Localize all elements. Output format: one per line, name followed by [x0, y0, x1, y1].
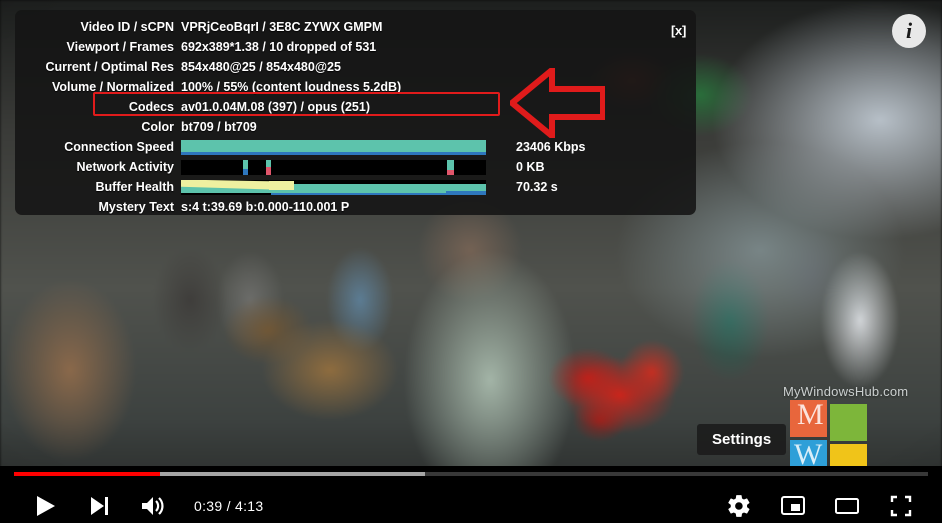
info-icon[interactable]: i [892, 14, 926, 48]
stats-label: Network Activity [76, 160, 174, 174]
video-player: i [x] Video ID / sCPN VPRjCeoBqrI / 3E8C… [0, 0, 942, 523]
stats-close-button[interactable]: [x] [671, 23, 686, 38]
network-activity-value: 0 KB [516, 160, 545, 174]
controls-right [712, 488, 928, 523]
stats-value: s:4 t:39.69 b:0.000-110.001 P [181, 200, 350, 214]
stats-row-resolution: Current / Optimal Res 854x480@25 / 854x4… [15, 57, 696, 77]
stats-row-connection-speed: Connection Speed 23406 Kbps [15, 137, 696, 157]
next-button[interactable] [72, 488, 126, 523]
stats-row-color: Color bt709 / bt709 [15, 117, 696, 137]
miniplayer-icon [781, 496, 805, 515]
stats-row-network-activity: Network Activity 0 KB [15, 157, 696, 177]
theater-icon [835, 498, 859, 514]
info-glyph: i [905, 18, 913, 43]
stats-label: Current / Optimal Res [45, 60, 175, 74]
volume-button[interactable] [126, 488, 180, 523]
stats-label: Buffer Health [95, 180, 174, 194]
buffer-health-graph [181, 179, 486, 195]
play-icon [37, 496, 55, 516]
connection-speed-value: 23406 Kbps [516, 140, 586, 154]
progress-bar[interactable] [14, 472, 928, 476]
stats-row-video-id: Video ID / sCPN VPRjCeoBqrI / 3E8C ZYWX … [15, 17, 696, 37]
settings-button[interactable] [712, 488, 766, 523]
time-display: 0:39 / 4:13 [194, 498, 264, 514]
stats-value: bt709 / bt709 [181, 120, 257, 134]
stats-label: Viewport / Frames [66, 40, 174, 54]
stats-label: Mystery Text [98, 200, 175, 214]
fullscreen-button[interactable] [874, 488, 928, 523]
logo-letter-m: M [797, 398, 824, 431]
stats-row-mystery-text: Mystery Text s:4 t:39.69 b:0.000-110.001… [15, 197, 696, 217]
stats-for-nerds-panel: [x] Video ID / sCPN VPRjCeoBqrI / 3E8C Z… [15, 10, 696, 215]
network-activity-graph [181, 159, 486, 175]
player-control-bar: 0:39 / 4:13 [0, 466, 942, 523]
watermark-text: MyWindowsHub.com [783, 384, 909, 399]
stats-row-volume: Volume / Normalized 100% / 55% (content … [15, 77, 696, 97]
stats-value: 854x480@25 / 854x480@25 [181, 60, 341, 74]
stats-label: Color [141, 120, 174, 134]
buffer-health-value: 70.32 s [516, 180, 558, 194]
stats-value: av01.0.04M.08 (397) / opus (251) [181, 100, 370, 114]
settings-tooltip: Settings [697, 424, 787, 455]
stats-row-codecs: Codecs av01.0.04M.08 (397) / opus (251) [15, 97, 696, 117]
stats-label: Volume / Normalized [51, 80, 174, 94]
stats-label: Video ID / sCPN [80, 20, 174, 34]
play-button[interactable] [18, 488, 72, 523]
fullscreen-icon [890, 495, 912, 517]
miniplayer-button[interactable] [766, 488, 820, 523]
stats-value: VPRjCeoBqrI / 3E8C ZYWX GMPM [181, 20, 383, 34]
controls-left: 0:39 / 4:13 [18, 488, 263, 523]
stats-value: 692x389*1.38 / 10 dropped of 531 [181, 40, 377, 54]
stats-label: Codecs [128, 100, 174, 114]
next-track-icon [91, 497, 108, 515]
stats-label: Connection Speed [64, 140, 174, 154]
connection-speed-graph [181, 139, 486, 155]
progress-played [14, 472, 161, 476]
volume-icon [142, 497, 164, 515]
stats-row-buffer-health: Buffer Health 70.32 s [15, 177, 696, 197]
gear-icon [728, 495, 750, 517]
stats-value: 100% / 55% (content loudness 5.2dB) [181, 80, 402, 94]
theater-mode-button[interactable] [820, 488, 874, 523]
stats-row-viewport: Viewport / Frames 692x389*1.38 / 10 drop… [15, 37, 696, 57]
